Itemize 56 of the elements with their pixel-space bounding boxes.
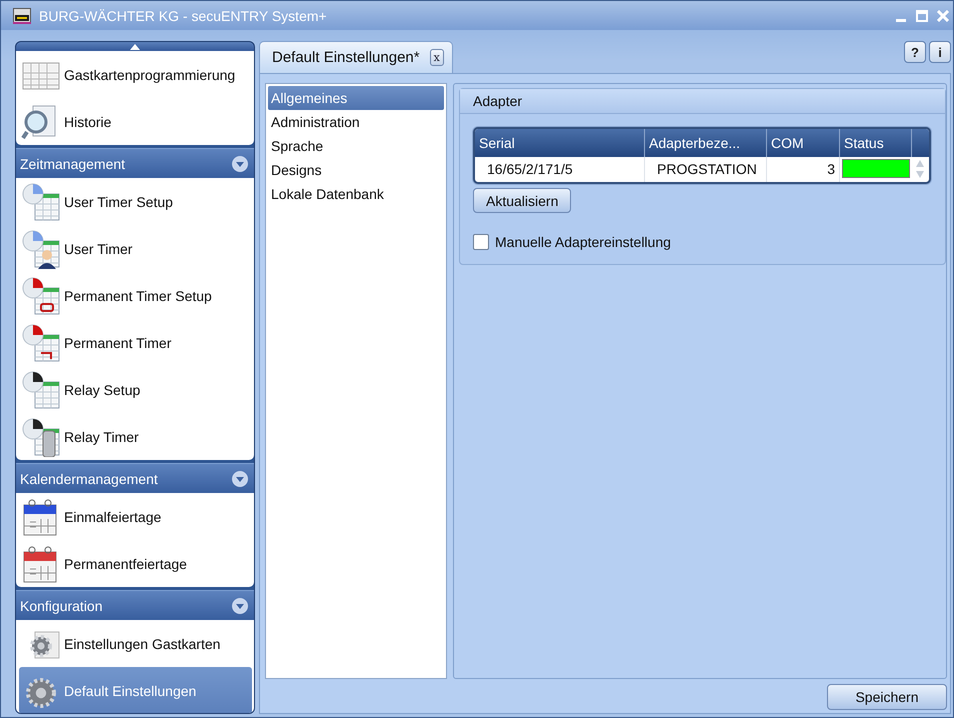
checkbox[interactable] bbox=[473, 234, 489, 250]
help-button[interactable]: i bbox=[929, 41, 951, 63]
group-title: Zeitmanagement bbox=[20, 156, 126, 172]
close-tab-button[interactable]: x bbox=[430, 49, 444, 66]
group-title: Kalendermanagement bbox=[20, 470, 158, 486]
window-title: BURG-WÄCHTER KG - secuENTRY System+ bbox=[39, 8, 328, 24]
clock-calendar-icon bbox=[21, 182, 61, 222]
document-tab[interactable]: Default Einstellungen* x bbox=[259, 41, 453, 73]
group-header[interactable]: Kalendermanagement bbox=[16, 463, 254, 493]
save-button[interactable]: Speichern bbox=[827, 684, 947, 710]
sidebar-item[interactable]: Permanent Timer bbox=[19, 319, 252, 366]
sidebar-item[interactable]: Default Einstellungen bbox=[19, 667, 252, 713]
collapse-icon bbox=[232, 470, 248, 486]
clock-calendar-icon bbox=[21, 322, 61, 362]
sidebar-item[interactable]: Relay Setup bbox=[19, 366, 252, 413]
sidebar-item[interactable]: Permanentfeiertage bbox=[19, 540, 252, 587]
settings-list-item[interactable]: Administration bbox=[268, 110, 444, 134]
table-cell: PROGSTATION bbox=[645, 157, 767, 182]
clock-calendar-icon bbox=[21, 370, 61, 410]
collapse-icon bbox=[232, 156, 248, 172]
column-header[interactable]: Adapterbeze... bbox=[645, 129, 767, 157]
close-icon[interactable] bbox=[937, 10, 949, 22]
help-button[interactable]: ? bbox=[904, 41, 926, 63]
scroll-up-button[interactable] bbox=[16, 42, 254, 51]
settings-list-item[interactable]: Sprache bbox=[268, 134, 444, 158]
sidebar-item[interactable]: Permanent Timer Setup bbox=[19, 272, 252, 319]
clock-person-icon bbox=[21, 228, 61, 268]
checkbox-label[interactable]: Manuelle Adaptereinstellung bbox=[495, 234, 671, 250]
sidebar-item[interactable]: Gastkartenprogrammierung bbox=[19, 51, 252, 98]
group-header[interactable]: Konfiguration bbox=[16, 590, 254, 620]
collapse-icon bbox=[232, 598, 248, 614]
app-logo-icon bbox=[13, 8, 31, 24]
table-cell: 3 bbox=[767, 157, 840, 182]
table-cell: 16/65/2/171/5 bbox=[475, 157, 645, 182]
column-header[interactable]: Status bbox=[840, 129, 912, 157]
sidebar-item[interactable]: Relay Timer bbox=[19, 413, 252, 460]
sidebar-item[interactable]: Historie bbox=[19, 98, 252, 145]
clock-device-icon bbox=[21, 416, 61, 456]
sidebar-item[interactable]: Einstellungen Gastkarten bbox=[19, 620, 252, 667]
group-header[interactable]: Zeitmanagement bbox=[16, 148, 254, 178]
maximize-icon[interactable] bbox=[916, 10, 928, 22]
column-header[interactable]: Serial bbox=[475, 129, 645, 157]
sidebar-item[interactable]: User Timer bbox=[19, 225, 252, 272]
scroll-arrows-icon bbox=[915, 158, 925, 180]
group-title: Adapter bbox=[460, 89, 945, 114]
sidebar-item[interactable]: Einmalfeiertage bbox=[19, 493, 252, 540]
group-title: Konfiguration bbox=[20, 598, 103, 614]
clock-calendar-icon bbox=[21, 276, 61, 316]
sidebar-item[interactable]: User Timer Setup bbox=[19, 178, 252, 225]
settings-list-item[interactable]: Lokale Datenbank bbox=[268, 182, 444, 206]
refresh-button[interactable]: Aktualisiern bbox=[473, 188, 572, 213]
settings-list-item[interactable]: Allgemeines bbox=[268, 86, 444, 110]
tab-label[interactable]: Default Einstellungen* bbox=[272, 49, 420, 66]
column-header[interactable]: COM bbox=[767, 129, 840, 157]
empty-column-header bbox=[912, 129, 929, 157]
settings-list-item[interactable]: Designs bbox=[268, 158, 444, 182]
